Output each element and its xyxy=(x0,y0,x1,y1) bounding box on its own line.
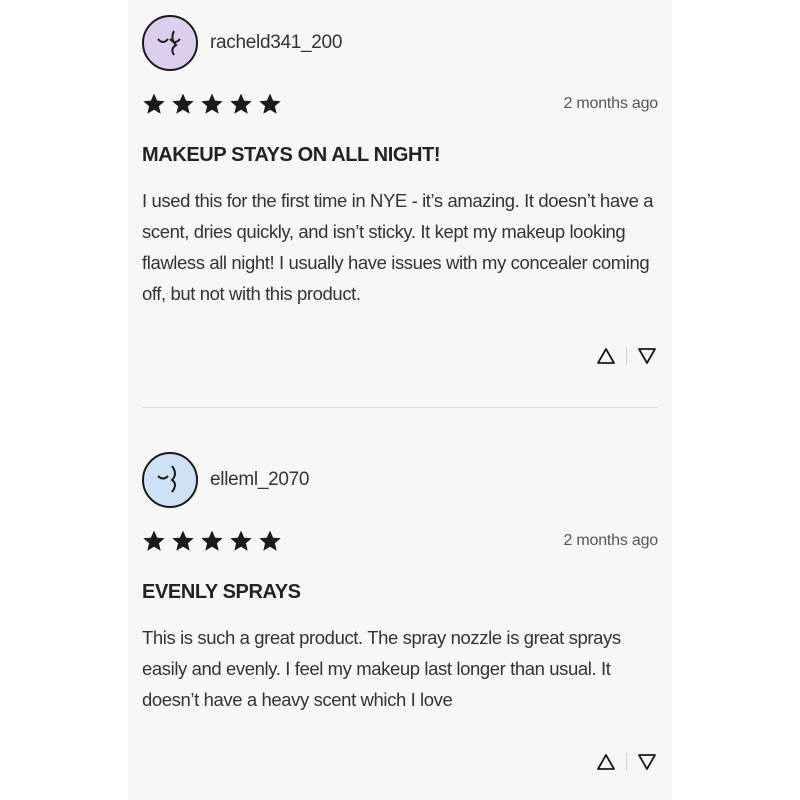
star-icon xyxy=(172,530,194,551)
avatar xyxy=(142,452,198,508)
triangle-down-icon xyxy=(638,348,656,364)
face-profile-icon xyxy=(157,30,181,56)
review-card: elleml_2070 2 months ago EVENLY SPRAYS T… xyxy=(142,449,658,771)
vote-controls xyxy=(595,345,658,367)
star-icon xyxy=(230,530,252,551)
star-icon xyxy=(259,93,281,114)
review-user-row: racheld341_200 xyxy=(142,12,658,74)
star-icon xyxy=(259,530,281,551)
face-profile-icon xyxy=(157,465,176,493)
review-user-row: elleml_2070 xyxy=(142,449,658,511)
vote-controls xyxy=(595,751,658,773)
star-icon xyxy=(201,530,223,551)
review-body: I used this for the first time in NYE - … xyxy=(142,190,654,304)
downvote-button[interactable] xyxy=(636,345,658,367)
review-divider xyxy=(142,407,658,408)
star-icon xyxy=(143,93,165,114)
triangle-up-icon xyxy=(597,348,615,364)
review-body: This is such a great product. The spray … xyxy=(142,627,621,710)
review-title: MAKEUP STAYS ON ALL NIGHT! xyxy=(142,144,441,166)
avatar xyxy=(142,15,198,71)
review-date: 2 months ago xyxy=(563,532,658,549)
triangle-down-icon xyxy=(638,754,656,770)
upvote-button[interactable] xyxy=(595,751,617,773)
review-card: racheld341_200 2 months ago MAKEUP STAYS… xyxy=(142,12,658,365)
vote-separator xyxy=(626,347,627,365)
review-date: 2 months ago xyxy=(563,95,658,112)
username: racheld341_200 xyxy=(210,32,343,53)
review-title: EVENLY SPRAYS xyxy=(142,581,301,603)
star-icon xyxy=(201,93,223,114)
triangle-up-icon xyxy=(597,754,615,770)
reviews-panel: racheld341_200 2 months ago MAKEUP STAYS… xyxy=(128,0,672,800)
upvote-button[interactable] xyxy=(595,345,617,367)
rating-row: 2 months ago xyxy=(142,90,658,118)
rating-row: 2 months ago xyxy=(142,527,658,555)
star-rating xyxy=(142,529,282,553)
star-icon xyxy=(230,93,252,114)
star-icon xyxy=(143,530,165,551)
username: elleml_2070 xyxy=(210,469,310,490)
star-icon xyxy=(172,93,194,114)
vote-separator xyxy=(626,753,627,771)
downvote-button[interactable] xyxy=(636,751,658,773)
star-rating xyxy=(142,92,282,116)
